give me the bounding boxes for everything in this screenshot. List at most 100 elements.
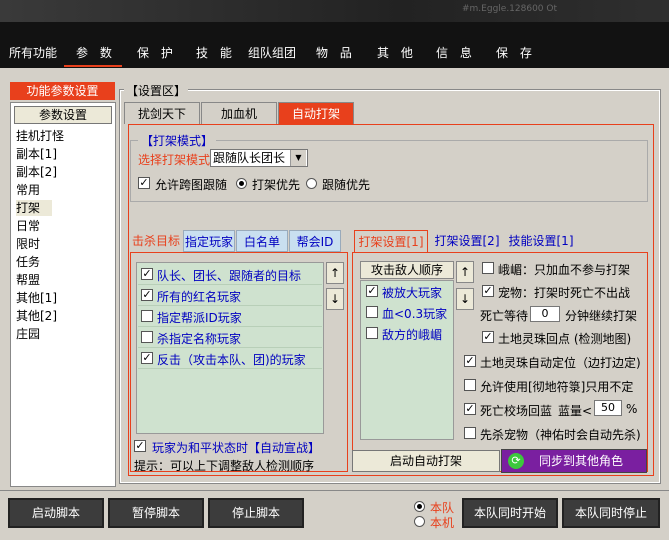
left-item-current[interactable]: 打架 — [16, 200, 53, 216]
target-checkbox[interactable] — [141, 310, 153, 322]
menu-all-functions[interactable]: 所有功能 — [9, 44, 57, 61]
start-script-button[interactable]: 启动脚本 — [8, 498, 104, 528]
left-panel-header: 功能参数设置 — [10, 82, 115, 100]
sync-to-other-roles-button[interactable]: ⟳ 同步到其他角色 — [501, 449, 647, 473]
blurred-title-strip: #m.Eggle.128600 Ot — [0, 0, 669, 22]
tab-fight-settings-1[interactable]: 打架设置[1] — [354, 230, 428, 252]
tab-skill-settings-1[interactable]: 技能设置[1] — [506, 230, 576, 252]
blue-threshold-unit: % — [626, 402, 638, 416]
menu-other[interactable]: 其 他 — [377, 44, 417, 61]
attack-order-checkbox[interactable] — [366, 327, 378, 339]
tab-sword[interactable]: 扰剑天下 — [124, 102, 200, 124]
active-menu-underline — [64, 65, 122, 67]
left-item[interactable]: 副本[1] — [16, 146, 57, 162]
auto-declare-checkbox[interactable]: ✓ — [134, 440, 146, 452]
land-locate-checkbox[interactable]: ✓ — [464, 355, 476, 367]
target-row-label[interactable]: 所有的红名玩家 — [157, 288, 241, 305]
left-item-selected[interactable]: 参数设置 — [14, 106, 112, 124]
pause-script-button[interactable]: 暂停脚本 — [108, 498, 204, 528]
blue-threshold-label: 蓝量< — [558, 404, 593, 418]
start-auto-fight-button[interactable]: 启动自动打架 — [352, 450, 500, 472]
tab-auto-fight[interactable]: 自动打架 — [278, 102, 354, 124]
radio-local[interactable] — [414, 516, 425, 527]
attack-order-checkbox[interactable] — [366, 306, 378, 318]
menu-save[interactable]: 保 存 — [496, 44, 536, 61]
target-checkbox[interactable]: ✓ — [141, 268, 153, 280]
left-item[interactable]: 副本[2] — [16, 164, 57, 180]
menu-skills[interactable]: 技 能 — [196, 44, 236, 61]
stop-script-button[interactable]: 停止脚本 — [208, 498, 304, 528]
tab-specified-player[interactable]: 指定玩家 — [183, 230, 235, 252]
target-row-label[interactable]: 反击（攻击本队、团)的玩家 — [157, 351, 306, 368]
move-up-button[interactable]: ↑ — [326, 262, 344, 284]
order-up-button[interactable]: ↑ — [456, 261, 474, 283]
attack-order-header: 攻击敌人顺序 — [360, 261, 454, 279]
emei-checkbox[interactable] — [482, 262, 494, 274]
team-stop-button[interactable]: 本队同时停止 — [562, 498, 660, 528]
radio-team[interactable] — [414, 501, 425, 512]
death-field-label: 死亡校场回蓝 — [480, 404, 553, 418]
blue-threshold-input[interactable]: 50 — [594, 400, 622, 416]
attack-order-label[interactable]: 血<0.3玩家 — [382, 305, 447, 322]
left-item[interactable]: 挂机打怪 — [16, 128, 64, 144]
village-scroll-checkbox[interactable] — [464, 379, 476, 391]
village-scroll-label: 允许使用[彻地符箓]只用不定 — [480, 380, 634, 394]
order-down-button[interactable]: ↓ — [456, 288, 474, 310]
row-divider — [138, 326, 322, 327]
left-item[interactable]: 常用 — [16, 182, 40, 198]
menu-params[interactable]: 参 数 — [76, 44, 116, 61]
chevron-down-icon[interactable]: ▼ — [290, 150, 306, 166]
tab-kill-target[interactable]: 击杀目标 — [130, 230, 182, 252]
move-down-button[interactable]: ↓ — [326, 288, 344, 310]
menu-info[interactable]: 信 息 — [436, 44, 476, 61]
death-wait-suffix: 分钟继续打架 — [565, 309, 638, 323]
left-item[interactable]: 庄园 — [16, 326, 40, 342]
attack-order-label[interactable]: 敌方的峨嵋 — [382, 326, 442, 343]
attack-order-checkbox[interactable]: ✓ — [366, 285, 378, 297]
land-locate-label: 土地灵珠自动定位（边打边定) — [480, 356, 641, 370]
left-item[interactable]: 任务 — [16, 254, 40, 270]
refresh-icon: ⟳ — [508, 453, 524, 469]
target-row-label[interactable]: 杀指定名称玩家 — [157, 330, 241, 347]
menu-protect[interactable]: 保 护 — [137, 44, 177, 61]
target-row-label[interactable]: 指定帮派ID玩家 — [157, 309, 242, 326]
left-item[interactable]: 限时 — [16, 236, 40, 252]
pet-label: 宠物：打架时死亡不出战 — [498, 286, 631, 300]
kill-pet-checkbox[interactable] — [464, 427, 476, 439]
left-item[interactable]: 日常 — [16, 218, 40, 234]
death-field-checkbox[interactable]: ✓ — [464, 403, 476, 415]
sync-button-label: 同步到其他角色 — [538, 454, 623, 468]
hint-text: 提示：可以上下调整敌人检测顺序 — [134, 459, 315, 473]
blurred-title-text: #m.Eggle.128600 Ot — [462, 4, 558, 14]
radio-follow-first-label: 跟随优先 — [322, 178, 371, 192]
radio-follow-first[interactable] — [306, 178, 317, 189]
attack-order-label[interactable]: 被放大玩家 — [382, 284, 442, 301]
tab-heal-bot[interactable]: 加血机 — [201, 102, 277, 124]
menu-items[interactable]: 物 品 — [316, 44, 356, 61]
land-return-label: 土地灵珠回点 (检测地图) — [498, 332, 632, 346]
land-return-checkbox[interactable]: ✓ — [482, 331, 494, 343]
left-item[interactable]: 其他[2] — [16, 308, 57, 324]
death-wait-input[interactable]: 0 — [530, 306, 560, 322]
tab-guild-id[interactable]: 帮会ID — [289, 230, 341, 252]
left-item[interactable]: 其他[1] — [16, 290, 57, 306]
tab-whitelist[interactable]: 白名单 — [236, 230, 288, 252]
cross-map-label: 允许跨图跟随 — [155, 178, 228, 192]
left-item[interactable]: 帮盟 — [16, 272, 40, 288]
target-checkbox[interactable]: ✓ — [141, 289, 153, 301]
row-divider — [138, 347, 322, 348]
radio-fight-first[interactable] — [236, 178, 247, 189]
settings-legend: 【设置区】 — [124, 82, 189, 99]
fight-mode-label: 选择打架模式 — [138, 153, 211, 167]
target-row-label[interactable]: 队长、团长、跟随者的目标 — [157, 267, 301, 284]
radio-local-label: 本机 — [430, 516, 455, 530]
target-checkbox[interactable]: ✓ — [141, 352, 153, 364]
cross-map-checkbox[interactable]: ✓ — [138, 177, 150, 189]
team-start-button[interactable]: 本队同时开始 — [462, 498, 558, 528]
attack-order-list — [360, 280, 454, 440]
pet-checkbox[interactable]: ✓ — [482, 285, 494, 297]
target-checkbox[interactable] — [141, 331, 153, 343]
tab-fight-settings-2[interactable]: 打架设置[2] — [430, 230, 504, 252]
emei-label: 峨嵋：只加血不参与打架 — [498, 263, 631, 277]
menu-team[interactable]: 组队组团 — [248, 44, 296, 61]
